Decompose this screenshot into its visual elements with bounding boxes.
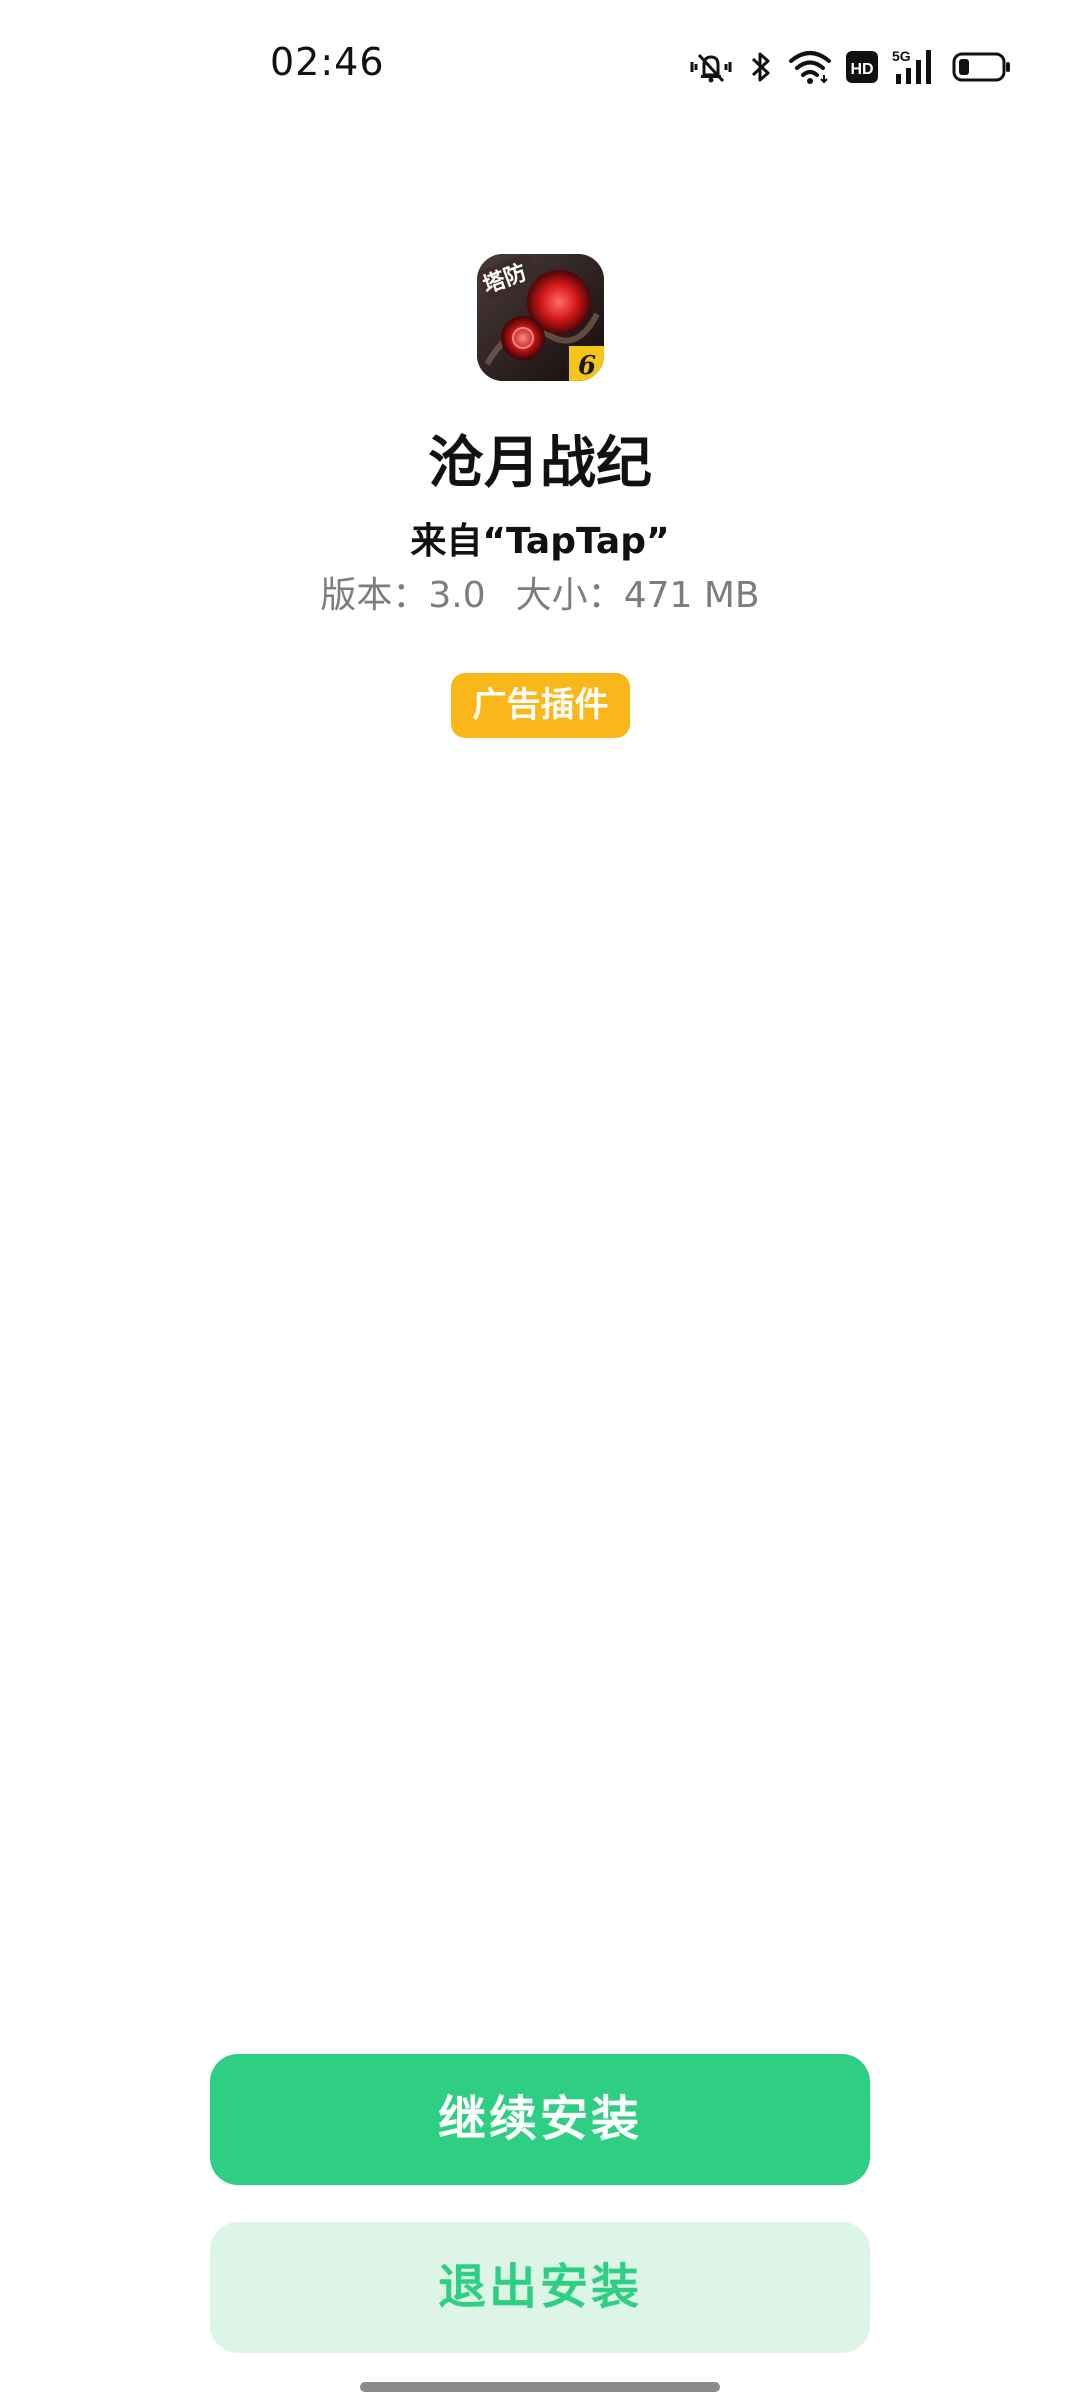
version-label: 版本：	[320, 575, 429, 616]
battery-icon	[952, 51, 1012, 83]
ad-plugin-badge[interactable]: 广告插件	[451, 673, 630, 738]
signal-5g-icon: 5G	[892, 48, 938, 86]
wifi-icon	[788, 49, 832, 85]
size-value: 471 MB	[623, 575, 760, 616]
status-bar: 02:46 HD 5G	[0, 0, 1080, 130]
install-screen: 02:46 HD 5G 塔防 6 沧月战纪 来自“TapTap” 版本：3.0 …	[0, 0, 1080, 2400]
app-icon: 塔防 6	[477, 254, 604, 381]
home-indicator[interactable]	[360, 2382, 720, 2392]
app-name: 沧月战纪	[428, 431, 652, 496]
status-icons: HD 5G	[688, 42, 1012, 92]
hd-label: HD	[850, 61, 873, 78]
version-value: 3.0	[428, 575, 486, 616]
continue-install-button[interactable]: 继续安装	[210, 2054, 870, 2185]
exit-install-button[interactable]: 退出安装	[210, 2222, 870, 2353]
app-meta: 版本：3.0 大小：471 MB	[0, 566, 1080, 618]
network-label: 5G	[892, 48, 911, 64]
battery-fill	[959, 59, 969, 75]
mute-vibrate-icon	[688, 49, 734, 85]
size-label: 大小：	[515, 575, 624, 616]
app-source: 来自“TapTap”	[410, 521, 670, 562]
status-time: 02:46	[270, 40, 385, 84]
app-icon-badge: 6	[578, 351, 596, 381]
hd-icon: HD	[846, 51, 878, 83]
bluetooth-icon	[748, 49, 774, 85]
